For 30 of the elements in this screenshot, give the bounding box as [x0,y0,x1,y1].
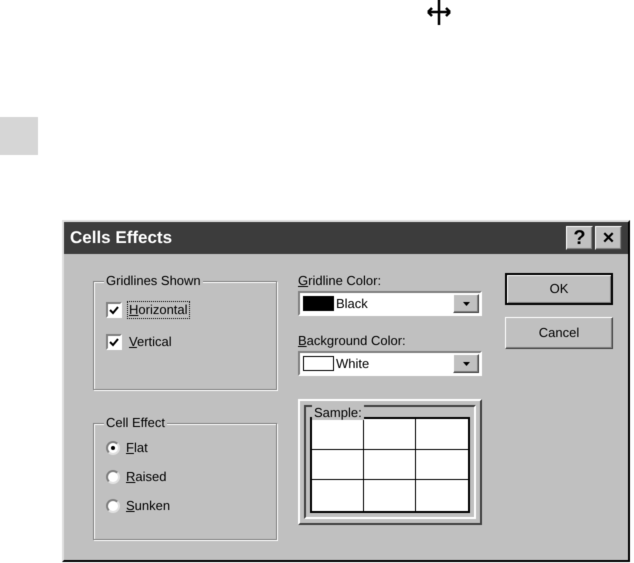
ok-button[interactable]: OK [505,273,613,305]
close-button[interactable]: × [595,226,622,250]
checkbox-label[interactable]: Vertical [128,334,173,350]
window-title: Cells Effects [70,227,172,250]
radio-button[interactable] [106,499,120,513]
dropdown-arrow-button[interactable] [453,294,479,313]
caret-icon [462,362,470,366]
color-dropdown[interactable]: Black [298,291,482,316]
square-placeholder [0,117,38,155]
caret-icon [462,302,470,306]
sample-label: Sample: [312,405,364,420]
check-icon [109,338,119,346]
checkbox[interactable] [106,302,122,318]
radio-label[interactable]: Flat [126,440,148,456]
checkbox-label[interactable]: Horizontal [128,302,189,318]
field-label: Background Color: [298,333,407,349]
radio-button[interactable] [106,441,120,455]
radio-button[interactable] [106,470,120,484]
check-icon [109,306,119,314]
help-button[interactable]: ? [566,226,593,250]
checkbox[interactable] [106,334,122,350]
field-label: Gridline Color: [298,273,382,289]
color-dropdown[interactable]: White [298,351,482,376]
dropdown-value: Black [336,294,369,313]
dropdown-value: White [336,354,370,373]
move-cursor-icon [426,0,452,25]
radio-label[interactable]: Sunken [126,498,170,514]
radio-label[interactable]: Raised [126,469,166,485]
dropdown-arrow-button[interactable] [453,354,479,373]
cancel-button[interactable]: Cancel [505,317,613,349]
